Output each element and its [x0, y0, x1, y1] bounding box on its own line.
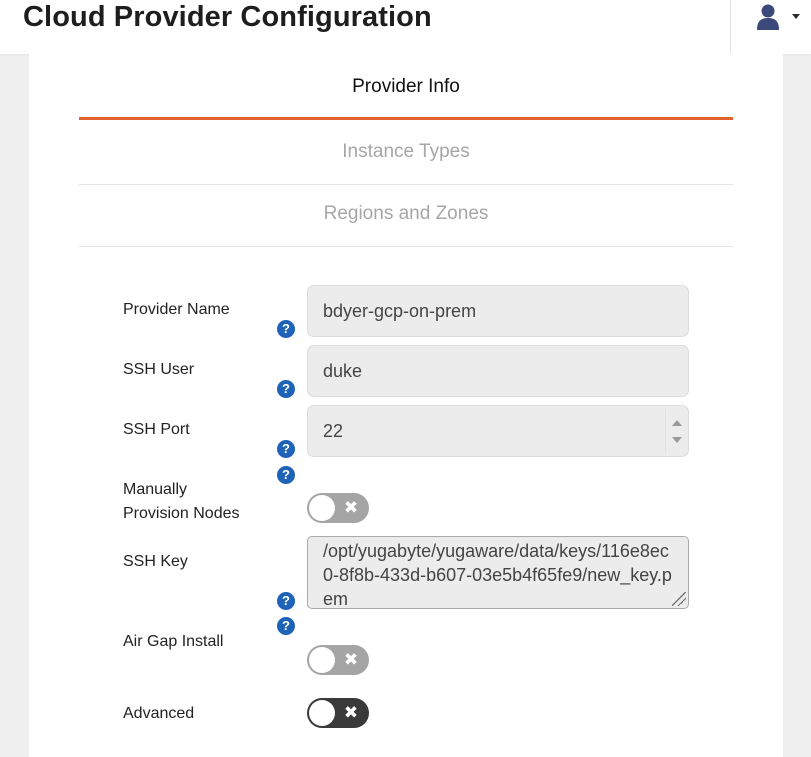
close-icon: ✖ — [343, 498, 359, 517]
provider-config-panel: Provider Info Instance Types Regions and… — [29, 54, 783, 757]
advanced-toggle[interactable]: ✖ — [307, 698, 369, 728]
ssh-port-input[interactable]: 22 — [307, 405, 689, 457]
toggle-knob — [309, 647, 335, 673]
air-gap-help-icon[interactable]: ? — [277, 617, 295, 635]
ssh-user-help-icon[interactable]: ? — [277, 380, 295, 398]
user-menu-button[interactable] — [730, 0, 811, 54]
ssh-key-value: /opt/yugabyte/yugaware/data/keys/116e8ec… — [323, 541, 672, 609]
tab-regions-and-zones[interactable]: Regions and Zones — [79, 185, 733, 247]
tab-instance-types[interactable]: Instance Types — [79, 122, 733, 185]
spin-up-icon[interactable] — [672, 420, 682, 426]
ssh-key-textarea[interactable]: /opt/yugabyte/yugaware/data/keys/116e8ec… — [307, 536, 689, 609]
manually-provision-label-line2: Provision Nodes — [123, 505, 240, 522]
air-gap-install-label: Air Gap Install — [123, 633, 224, 650]
tab-provider-info[interactable]: Provider Info — [79, 66, 733, 120]
ssh-port-spinner[interactable] — [665, 409, 686, 453]
top-bar: Cloud Provider Configuration — [0, 0, 811, 54]
provider-name-input[interactable]: bdyer-gcp-on-prem — [307, 285, 689, 337]
toggle-knob — [309, 700, 335, 726]
close-icon: ✖ — [343, 650, 359, 669]
user-icon — [757, 4, 779, 30]
ssh-port-label: SSH Port — [123, 421, 190, 438]
ssh-key-help-icon[interactable]: ? — [277, 592, 295, 610]
ssh-user-label: SSH User — [123, 361, 195, 378]
spin-down-icon[interactable] — [672, 437, 682, 443]
provider-name-label: Provider Name — [123, 301, 230, 318]
close-icon: ✖ — [343, 703, 359, 722]
manually-provision-toggle[interactable]: ✖ — [307, 493, 369, 523]
manually-provision-label-line1: Manually — [123, 481, 188, 498]
caret-down-icon — [792, 14, 800, 19]
air-gap-install-toggle[interactable]: ✖ — [307, 645, 369, 675]
advanced-label: Advanced — [123, 705, 195, 722]
ssh-port-help-icon[interactable]: ? — [277, 440, 295, 458]
manually-provision-help-icon[interactable]: ? — [277, 466, 295, 484]
ssh-user-input[interactable]: duke — [307, 345, 689, 397]
resize-grip-icon[interactable] — [672, 592, 686, 606]
toggle-knob — [309, 495, 335, 521]
ssh-key-label: SSH Key — [123, 553, 188, 570]
page-title: Cloud Provider Configuration — [23, 1, 432, 33]
ssh-port-value: 22 — [323, 421, 344, 441]
provider-name-help-icon[interactable]: ? — [277, 320, 295, 338]
